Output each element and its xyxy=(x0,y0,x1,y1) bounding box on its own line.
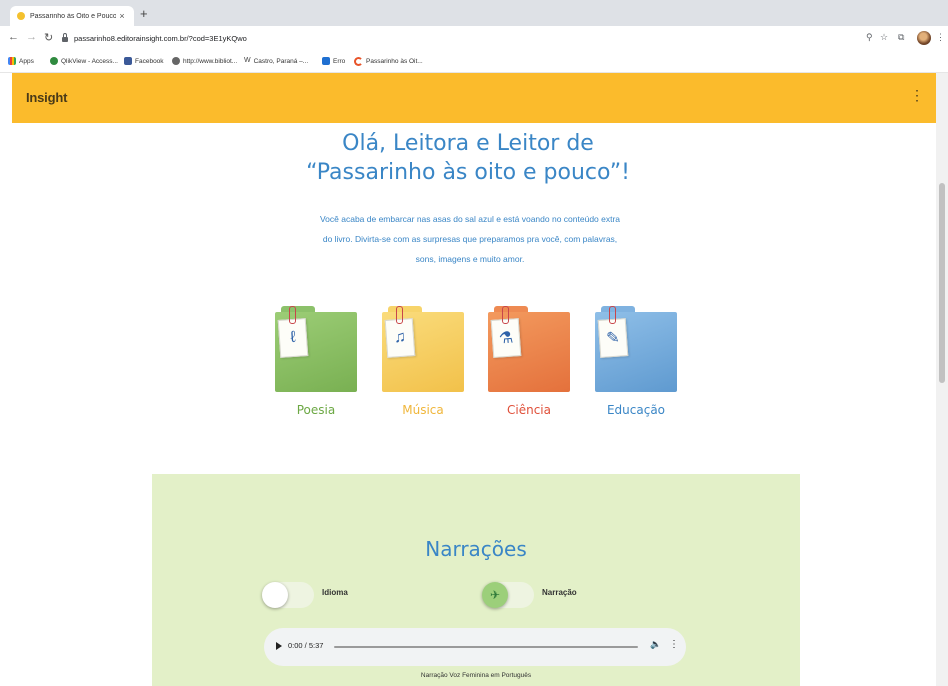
page-title-line1: Olá, Leitora e Leitor de xyxy=(342,131,594,156)
site-header: Insight ⋮ xyxy=(12,73,936,123)
bookmark-label: QlikView - Access... xyxy=(61,57,118,65)
folder-musica[interactable]: ♫ xyxy=(382,306,464,392)
profile-avatar[interactable] xyxy=(917,31,931,45)
narration-toggle-label: Narração xyxy=(542,588,577,597)
audio-time: 0:00 / 5:37 xyxy=(288,641,324,650)
paperclip-icon xyxy=(502,306,509,324)
folder-educacao[interactable]: ✎ xyxy=(595,306,677,392)
narrations-title: Narrações xyxy=(425,537,527,561)
poetry-icon: ℓ xyxy=(277,318,309,358)
star-icon[interactable]: ☆ xyxy=(880,32,888,43)
forward-arrow-icon[interactable]: → xyxy=(26,31,37,43)
tab-close-icon[interactable]: × xyxy=(116,11,128,21)
bookmark-passarinho[interactable]: Passarinho às Oit... xyxy=(354,57,423,66)
facebook-icon xyxy=(124,57,132,65)
intro-line: sons, imagens e muito amor. xyxy=(415,254,525,264)
bookmarks-bar: Apps QlikView - Access... Facebook http:… xyxy=(0,52,948,73)
folder-poesia[interactable]: ℓ xyxy=(275,306,357,392)
music-icon: ♫ xyxy=(384,318,416,358)
volume-icon[interactable]: 🔈 xyxy=(650,639,661,650)
reload-icon[interactable]: ↻ xyxy=(44,31,53,44)
bookmark-castro[interactable]: W Castro, Paraná –... xyxy=(244,57,308,65)
play-icon[interactable] xyxy=(276,642,282,650)
language-toggle[interactable] xyxy=(262,582,314,608)
browser-tab[interactable]: Passarinho às Oito e Pouco × xyxy=(10,6,134,26)
globe-icon xyxy=(172,57,180,65)
bookmark-label: Facebook xyxy=(135,57,164,65)
player-more-icon[interactable]: ⋮ xyxy=(669,639,679,650)
microscope-icon: ⚗ xyxy=(490,318,522,358)
passarinho-icon xyxy=(354,57,363,66)
bird-icon: ✈ xyxy=(482,582,508,608)
address-bar: ← → ↻ passarinho8.editorainsight.com.br/… xyxy=(0,26,948,53)
url-text: passarinho8.editorainsight.com.br/?cod=3… xyxy=(74,34,247,43)
insight-logo[interactable]: Insight xyxy=(26,90,67,105)
tab-favicon-icon xyxy=(17,12,25,20)
bookmark-qlikview[interactable]: QlikView - Access... xyxy=(50,57,118,65)
error-page-icon xyxy=(322,57,330,65)
paperclip-icon xyxy=(289,306,296,324)
bookmark-label: Erro xyxy=(333,57,346,65)
bookmark-label: Apps xyxy=(19,57,34,65)
audio-player: 0:00 / 5:37 🔈 ⋮ xyxy=(264,628,686,666)
browser-menu-icon[interactable]: ⋮ xyxy=(936,32,945,43)
bookmark-label: Castro, Paraná –... xyxy=(253,57,309,65)
lock-icon xyxy=(62,33,68,42)
url-input[interactable]: passarinho8.editorainsight.com.br/?cod=3… xyxy=(62,30,852,47)
bookmark-facebook[interactable]: Facebook xyxy=(124,57,164,65)
category-label-educacao[interactable]: Educação xyxy=(581,403,691,417)
tab-title: Passarinho às Oito e Pouco xyxy=(30,12,116,20)
narration-toggle[interactable]: ✈ xyxy=(482,582,534,608)
browser-tabstrip: Passarinho às Oito e Pouco × + xyxy=(0,0,948,26)
education-icon: ✎ xyxy=(597,318,629,358)
scrollbar-thumb[interactable] xyxy=(939,183,945,383)
extension-icon[interactable]: ⧉ xyxy=(898,32,904,43)
bookmark-apps[interactable]: Apps xyxy=(8,57,34,65)
narrations-section: Narrações Idioma ✈ Narração 0:00 / 5:37 … xyxy=(152,474,800,686)
zoom-icon[interactable]: ⚲ xyxy=(866,32,873,43)
audio-progress-bar[interactable] xyxy=(334,646,638,648)
bookmark-label: http://www.bibliot... xyxy=(183,57,238,65)
intro-line: Você acaba de embarcar nas asas do sal a… xyxy=(319,214,621,224)
paperclip-icon xyxy=(396,306,403,324)
page-title-line2: “Passarinho às oito e pouco”! xyxy=(306,160,630,185)
category-label-poesia[interactable]: Poesia xyxy=(261,403,371,417)
paperclip-icon xyxy=(609,306,616,324)
wikipedia-icon: W xyxy=(244,57,251,64)
category-label-musica[interactable]: Música xyxy=(368,403,478,417)
back-arrow-icon[interactable]: ← xyxy=(8,31,19,43)
intro-text: Você acaba de embarcar nas asas do sal a… xyxy=(300,209,640,269)
site-menu-icon[interactable]: ⋮ xyxy=(910,87,924,104)
bookmark-label: Passarinho às Oit... xyxy=(366,58,423,65)
toggle-knob xyxy=(262,582,288,608)
bookmark-erro[interactable]: Erro xyxy=(322,57,345,65)
new-tab-button[interactable]: + xyxy=(140,6,148,21)
audio-caption: Narração Voz Feminina em Português xyxy=(420,672,532,679)
category-label-ciencia[interactable]: Ciência xyxy=(474,403,584,417)
language-toggle-label: Idioma xyxy=(322,588,348,597)
folder-ciencia[interactable]: ⚗ xyxy=(488,306,570,392)
bookmark-biblioteca[interactable]: http://www.bibliot... xyxy=(172,57,237,65)
apps-grid-icon xyxy=(8,57,16,65)
intro-line: do livro. Divirta-se com as surpresas qu… xyxy=(322,234,618,244)
qlikview-icon xyxy=(50,57,58,65)
